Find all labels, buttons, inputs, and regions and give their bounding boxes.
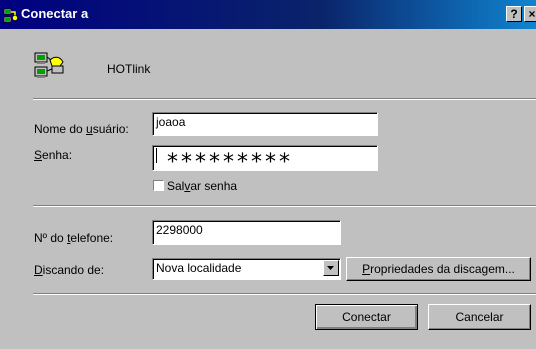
dialing-from-label: Discando de:: [34, 263, 105, 277]
password-label: Senha:: [34, 148, 73, 162]
help-button[interactable]: ?: [506, 6, 522, 22]
window-title: Conectar a: [21, 6, 89, 21]
connection-name: HOTlink: [107, 62, 151, 76]
username-label: Nome do usuário:: [34, 122, 129, 136]
dialog-window: Conectar a ? × HOTlink Nome do usuário: …: [0, 0, 536, 349]
cancel-button[interactable]: Cancelar: [428, 304, 531, 330]
phone-label: Nº do telefone:: [34, 231, 114, 245]
phone-field[interactable]: 2298000: [152, 220, 341, 245]
username-field[interactable]: joaoa: [152, 112, 378, 136]
separator-middle: [33, 205, 536, 207]
title-bar[interactable]: Conectar a ? ×: [0, 0, 536, 29]
password-mask: *********: [167, 150, 293, 171]
dialing-from-select[interactable]: Nova localidade: [152, 258, 341, 280]
separator-bottom: [33, 293, 536, 295]
dial-up-networking-icon: [34, 52, 66, 82]
password-field[interactable]: *********: [152, 145, 378, 171]
dialing-properties-button[interactable]: Propriedades da discagem...: [346, 257, 531, 281]
save-password-label[interactable]: Salvar senha: [167, 179, 237, 193]
close-button[interactable]: ×: [524, 6, 536, 22]
save-password-checkbox[interactable]: [153, 180, 164, 191]
dialing-from-value: Nova localidade: [156, 261, 242, 275]
connect-button[interactable]: Conectar: [315, 304, 418, 330]
separator-top: [33, 98, 536, 100]
network-computers-icon: [3, 8, 19, 24]
dropdown-arrow-icon[interactable]: [323, 260, 339, 276]
password-caret: [156, 148, 157, 163]
